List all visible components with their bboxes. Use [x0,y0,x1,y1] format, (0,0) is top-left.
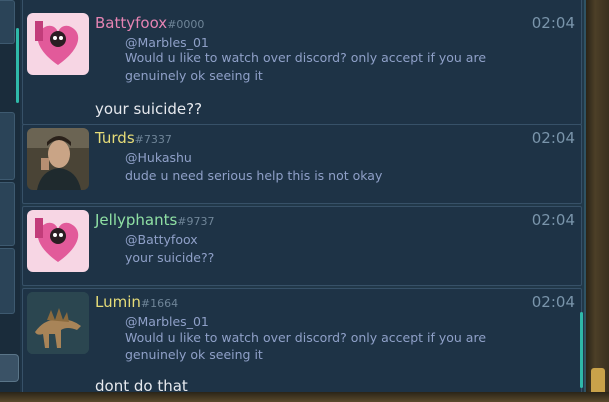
user-tag: #0000 [167,18,205,31]
side-button[interactable] [0,354,19,382]
side-tab[interactable] [0,248,15,314]
side-tab[interactable] [0,112,15,180]
reply-text: Would u like to watch over discord? only… [125,330,487,345]
heart-logo-icon [27,13,89,75]
chat-scrollbar[interactable] [580,312,583,388]
reply-mention[interactable]: @Battyfoox [125,231,198,249]
user-tag: #9737 [177,215,215,228]
avatar[interactable] [27,292,89,354]
username[interactable]: Battyfoox#0000 [95,14,204,32]
reply-mention[interactable]: @Hukashu [125,149,192,167]
user-tag: #7337 [134,133,172,146]
timestamp: 02:04 [531,211,575,229]
avatar[interactable] [27,128,89,190]
window-frame-bottom [0,392,609,402]
timestamp: 02:04 [531,14,575,32]
reply-text: genuinely ok seeing it [125,347,263,362]
chat-message: Jellyphants#9737 02:04 @Battyfoox your s… [22,206,582,286]
chat-message: Turds#7337 02:04 @Hukashu dude u need se… [22,124,582,204]
heart-logo-icon [27,210,89,272]
timestamp: 02:04 [531,293,575,311]
avatar[interactable] [27,13,89,75]
side-panel [0,0,20,402]
chat-message: Lumin#1664 02:04 @Marbles_01 Would u lik… [22,288,582,392]
username[interactable]: Jellyphants#9737 [95,211,215,229]
chat-message: Battyfoox#0000 02:04 @Marbles_01 Would u… [22,0,582,125]
side-tab[interactable] [0,182,15,246]
chat-feed: Battyfoox#0000 02:04 @Marbles_01 Would u… [22,0,586,394]
message-text: your suicide?? [95,100,203,118]
person-photo-icon [27,128,89,190]
window-frame [586,0,609,402]
reply-text: dude u need serious help this is not oka… [125,168,383,183]
avatar[interactable] [27,210,89,272]
side-scrollbar[interactable] [16,28,19,103]
timestamp: 02:04 [531,129,575,147]
username[interactable]: Turds#7337 [95,129,172,147]
dinosaur-icon [27,292,89,354]
reply-text: Would u like to watch over discord? only… [125,50,487,65]
side-tab[interactable] [0,0,15,44]
username[interactable]: Lumin#1664 [95,293,178,311]
reply-text: your suicide?? [125,250,215,265]
reply-text: genuinely ok seeing it [125,68,263,83]
user-tag: #1664 [140,297,179,310]
